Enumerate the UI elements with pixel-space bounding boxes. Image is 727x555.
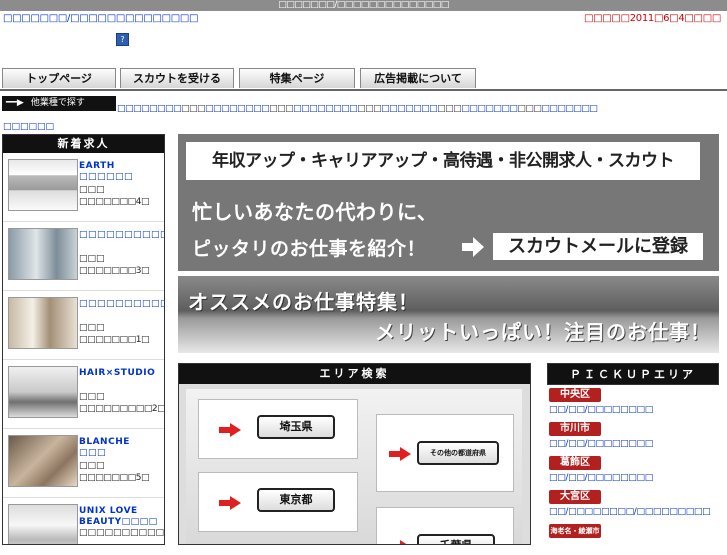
- area-search-panel: エリア検索 埼玉県 東京都 その他の都道府県 千葉県: [178, 363, 531, 545]
- pickup-area-links[interactable]: □□/□□/□□□□□□□□: [549, 473, 653, 483]
- job-name[interactable]: BLANCHE □□□: [79, 437, 163, 459]
- tab-top-page[interactable]: トップページ: [2, 68, 116, 88]
- job-meta: □□□□□□□1□: [79, 335, 150, 345]
- job-item[interactable]: EARTH □□□□□□ □□□ □□□□□□□4□: [3, 153, 164, 222]
- job-location: □□□: [79, 461, 105, 471]
- pickup-item: 葛飾区 □□/□□/□□□□□□□□: [547, 453, 719, 487]
- pickup-area-links[interactable]: □□/□□□□□□□□/□□□□□□□□□: [549, 507, 711, 517]
- job-meta: □□□□□□□5□: [79, 473, 150, 483]
- scout-banner-text: 忙しいあなたの代わりに、: [192, 200, 438, 224]
- arrow-right-icon: [400, 540, 407, 544]
- pickup-item: 大宮区 □□/□□□□□□□□/□□□□□□□□□: [547, 487, 719, 521]
- area-search-body: 埼玉県 東京都 その他の都道府県 千葉県: [186, 389, 522, 544]
- pickup-item: 海老名・綾瀬市: [547, 521, 719, 555]
- job-meta: □□□□□□□□□2□: [79, 404, 165, 414]
- category-link[interactable]: □□□□□□□□: [293, 104, 358, 114]
- area-chiba-label: 千葉県: [417, 534, 495, 544]
- new-jobs-title: 新着求人: [3, 135, 164, 153]
- area-tokyo[interactable]: 東京都: [198, 472, 358, 532]
- update-date: □□□□□2011□6□4□□□□: [583, 13, 721, 24]
- job-location: □□□: [79, 392, 105, 402]
- salon-photo[interactable]: [8, 228, 78, 280]
- area-chiba[interactable]: 千葉県: [376, 507, 514, 544]
- area-other-label: その他の都道府県: [417, 441, 499, 465]
- site-name-link[interactable]: □□□□□□□/□□□□□□□□□□□□□□: [3, 13, 198, 24]
- area-saitama-label: 埼玉県: [257, 415, 335, 439]
- feature-banner-subtitle: メリットいっぱい！注目のお仕事！: [375, 320, 711, 344]
- tab-advertising[interactable]: 広告掲載について: [360, 68, 476, 88]
- job-item[interactable]: UNIX LOVE BEAUTY□□□□ □□□□□□□□□□3□: [3, 498, 165, 544]
- job-name[interactable]: EARTH □□□□□□: [79, 161, 163, 183]
- scout-banner-headline: 年収アップ・キャリアアップ・高待遇・非公開求人・スカウト: [186, 142, 700, 180]
- nav-divider: [0, 89, 727, 91]
- job-meta: □□□□□□□3□: [79, 266, 150, 276]
- job-location: □□□: [79, 254, 105, 264]
- job-meta: □□□□□□□4□: [79, 197, 150, 207]
- job-name[interactable]: UNIX LOVE BEAUTY□□□□: [79, 506, 163, 528]
- job-item[interactable]: □□□□□□□□□□ □□□ □□□□□□□3□: [3, 222, 164, 291]
- pickup-area-links[interactable]: □□/□□/□□□□□□□□: [549, 439, 653, 449]
- job-location: □□□: [79, 323, 105, 333]
- category-link[interactable]: □□□□□□□: [381, 104, 438, 114]
- window-title: □□□□□□□/□□□□□□□□□□□□□□: [0, 0, 727, 11]
- pickup-item: 中央区 □□/□□/□□□□□□□□: [547, 385, 719, 419]
- arrow-right-icon: [389, 447, 411, 461]
- category-link[interactable]: □□□□□□□□: [117, 104, 182, 114]
- scout-register-button[interactable]: スカウトメールに登録: [493, 233, 703, 260]
- help-icon[interactable]: ?: [116, 33, 129, 46]
- pickup-area-links[interactable]: □□/□□/□□□□□□□□: [549, 405, 653, 415]
- pickup-area-button[interactable]: 海老名・綾瀬市: [549, 524, 601, 538]
- pickup-area-title: ＰＩＣＫＵＰエリア: [547, 363, 719, 385]
- scout-banner[interactable]: 年収アップ・キャリアアップ・高待遇・非公開求人・スカウト 忙しいあなたの代わりに…: [178, 134, 719, 271]
- salon-photo[interactable]: [8, 297, 78, 349]
- salon-photo[interactable]: [8, 504, 78, 544]
- job-name[interactable]: □□□□□□□□□□□□□: [79, 299, 164, 310]
- job-meta: □□□□□□□□□□3□: [79, 528, 165, 538]
- category-link[interactable]: □□□□□□□: [461, 104, 518, 114]
- job-location: □□□: [79, 185, 105, 195]
- category-link[interactable]: □□□□□□□□: [205, 104, 270, 114]
- arrow-right-icon: ━━▶: [6, 98, 24, 108]
- job-item[interactable]: □□□□□□□□□□□□□ □□□ □□□□□□□1□: [3, 291, 164, 360]
- pickup-area-button[interactable]: 中央区: [549, 388, 601, 402]
- area-saitama[interactable]: 埼玉県: [198, 399, 358, 459]
- arrow-right-icon: [219, 423, 241, 437]
- feature-banner[interactable]: オススメのお仕事特集！ メリットいっぱい！注目のお仕事！: [178, 276, 719, 353]
- category-link[interactable]: □□□□□□□: [541, 104, 598, 114]
- other-industry-button[interactable]: ━━▶ 他業種で探す: [2, 96, 116, 111]
- pickup-area-panel: ＰＩＣＫＵＰエリア 中央区 □□/□□/□□□□□□□□ 市川市 □□/□□/□…: [547, 363, 719, 545]
- salon-photo[interactable]: [8, 159, 78, 211]
- salon-photo[interactable]: [8, 435, 78, 487]
- tab-scout[interactable]: スカウトを受ける: [120, 68, 234, 88]
- tab-feature[interactable]: 特集ページ: [239, 68, 355, 88]
- job-name[interactable]: HAIR×STUDIO: [79, 368, 163, 379]
- area-other[interactable]: その他の都道府県: [376, 414, 514, 492]
- pickup-area-button[interactable]: 大宮区: [549, 490, 601, 504]
- job-name[interactable]: □□□□□□□□□□: [79, 230, 164, 241]
- new-jobs-sidebar: 新着求人 EARTH □□□□□□ □□□ □□□□□□□4□ □□□□□□□□…: [2, 134, 165, 545]
- area-search-title: エリア検索: [179, 364, 530, 384]
- pickup-area-button[interactable]: 市川市: [549, 422, 601, 436]
- pickup-area-button[interactable]: 葛飾区: [549, 456, 601, 470]
- arrow-right-icon: [219, 496, 241, 510]
- arrow-right-icon: [462, 237, 484, 257]
- pickup-item: 市川市 □□/□□/□□□□□□□□: [547, 419, 719, 453]
- salon-photo[interactable]: [8, 366, 78, 418]
- other-industry-label: 他業種で探す: [30, 98, 85, 108]
- area-tokyo-label: 東京都: [257, 488, 335, 512]
- feature-banner-title: オススメのお仕事特集！: [188, 290, 419, 314]
- job-item[interactable]: HAIR×STUDIO □□□ □□□□□□□□□2□: [3, 360, 164, 429]
- more-categories-link[interactable]: □□□□□□: [3, 122, 54, 132]
- scout-banner-text: ピッタリのお仕事を紹介！: [192, 238, 427, 260]
- job-item[interactable]: BLANCHE □□□ □□□ □□□□□□□5□: [3, 429, 164, 498]
- category-links: □□□□□□□□□□□□□□□□□□□□□□□□□□□□□□□□□□□□□□□□…: [117, 104, 598, 114]
